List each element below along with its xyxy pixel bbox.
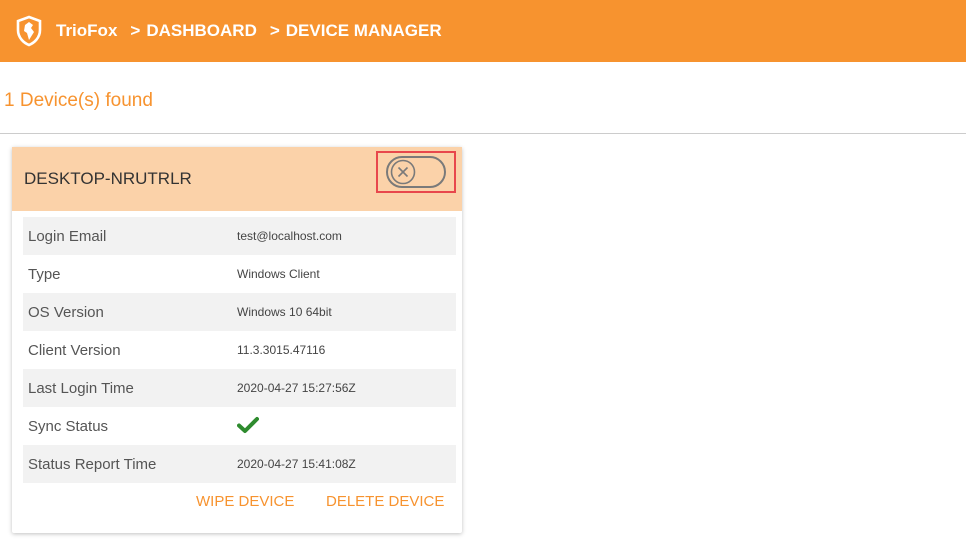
detail-value: 2020-04-27 15:41:08Z (237, 457, 356, 471)
device-actions: WIPE DEVICE DELETE DEVICE (12, 493, 462, 515)
detail-label: Login Email (28, 227, 107, 245)
device-enable-toggle[interactable] (386, 156, 446, 188)
detail-label: Type (28, 265, 61, 283)
device-name: DESKTOP-NRUTRLR (24, 169, 192, 188)
detail-value: 2020-04-27 15:27:56Z (237, 381, 356, 395)
detail-row-login-email: Login Email test@localhost.com (23, 217, 456, 255)
breadcrumb-device-manager: DEVICE MANAGER (285, 21, 442, 40)
detail-row-status-report-time: Status Report Time 2020-04-27 15:41:08Z (23, 445, 456, 483)
detail-row-sync-status: Sync Status (23, 407, 456, 445)
delete-device-button[interactable]: DELETE DEVICE (326, 493, 444, 510)
top-bar: TrioFox > DASHBOARD > DEVICE MANAGER (0, 0, 966, 62)
divider (0, 133, 966, 134)
detail-label: Client Version (28, 341, 121, 359)
wipe-device-button[interactable]: WIPE DEVICE (196, 493, 294, 510)
breadcrumb-separator: > (269, 21, 280, 40)
detail-label: Sync Status (28, 417, 109, 435)
device-details: Login Email test@localhost.com Type Wind… (23, 217, 456, 483)
check-icon (237, 416, 259, 437)
breadcrumb-dashboard[interactable]: DASHBOARD (146, 21, 257, 41)
devices-found-count: 1 Device(s) found (4, 90, 153, 111)
device-card-header: DESKTOP-NRUTRLR (12, 147, 462, 211)
detail-row-type: Type Windows Client (23, 255, 456, 293)
toggle-highlight-frame (376, 151, 456, 193)
detail-label: Status Report Time (28, 455, 157, 473)
close-circle-icon (390, 159, 416, 185)
device-card: DESKTOP-NRUTRLR Login Email test@localho… (12, 147, 462, 533)
detail-label: Last Login Time (28, 379, 134, 397)
detail-value: test@localhost.com (237, 229, 342, 243)
breadcrumb-separator: > (130, 21, 141, 40)
detail-row-client-version: Client Version 11.3.3015.47116 (23, 331, 456, 369)
detail-value: Windows Client (237, 267, 320, 281)
detail-row-os-version: OS Version Windows 10 64bit (23, 293, 456, 331)
triofox-logo-icon[interactable] (14, 14, 44, 48)
detail-value: Windows 10 64bit (237, 305, 332, 319)
detail-row-last-login-time: Last Login Time 2020-04-27 15:27:56Z (23, 369, 456, 407)
brand-name[interactable]: TrioFox (56, 21, 117, 41)
detail-label: OS Version (28, 303, 104, 321)
detail-value: 11.3.3015.47116 (237, 343, 326, 357)
